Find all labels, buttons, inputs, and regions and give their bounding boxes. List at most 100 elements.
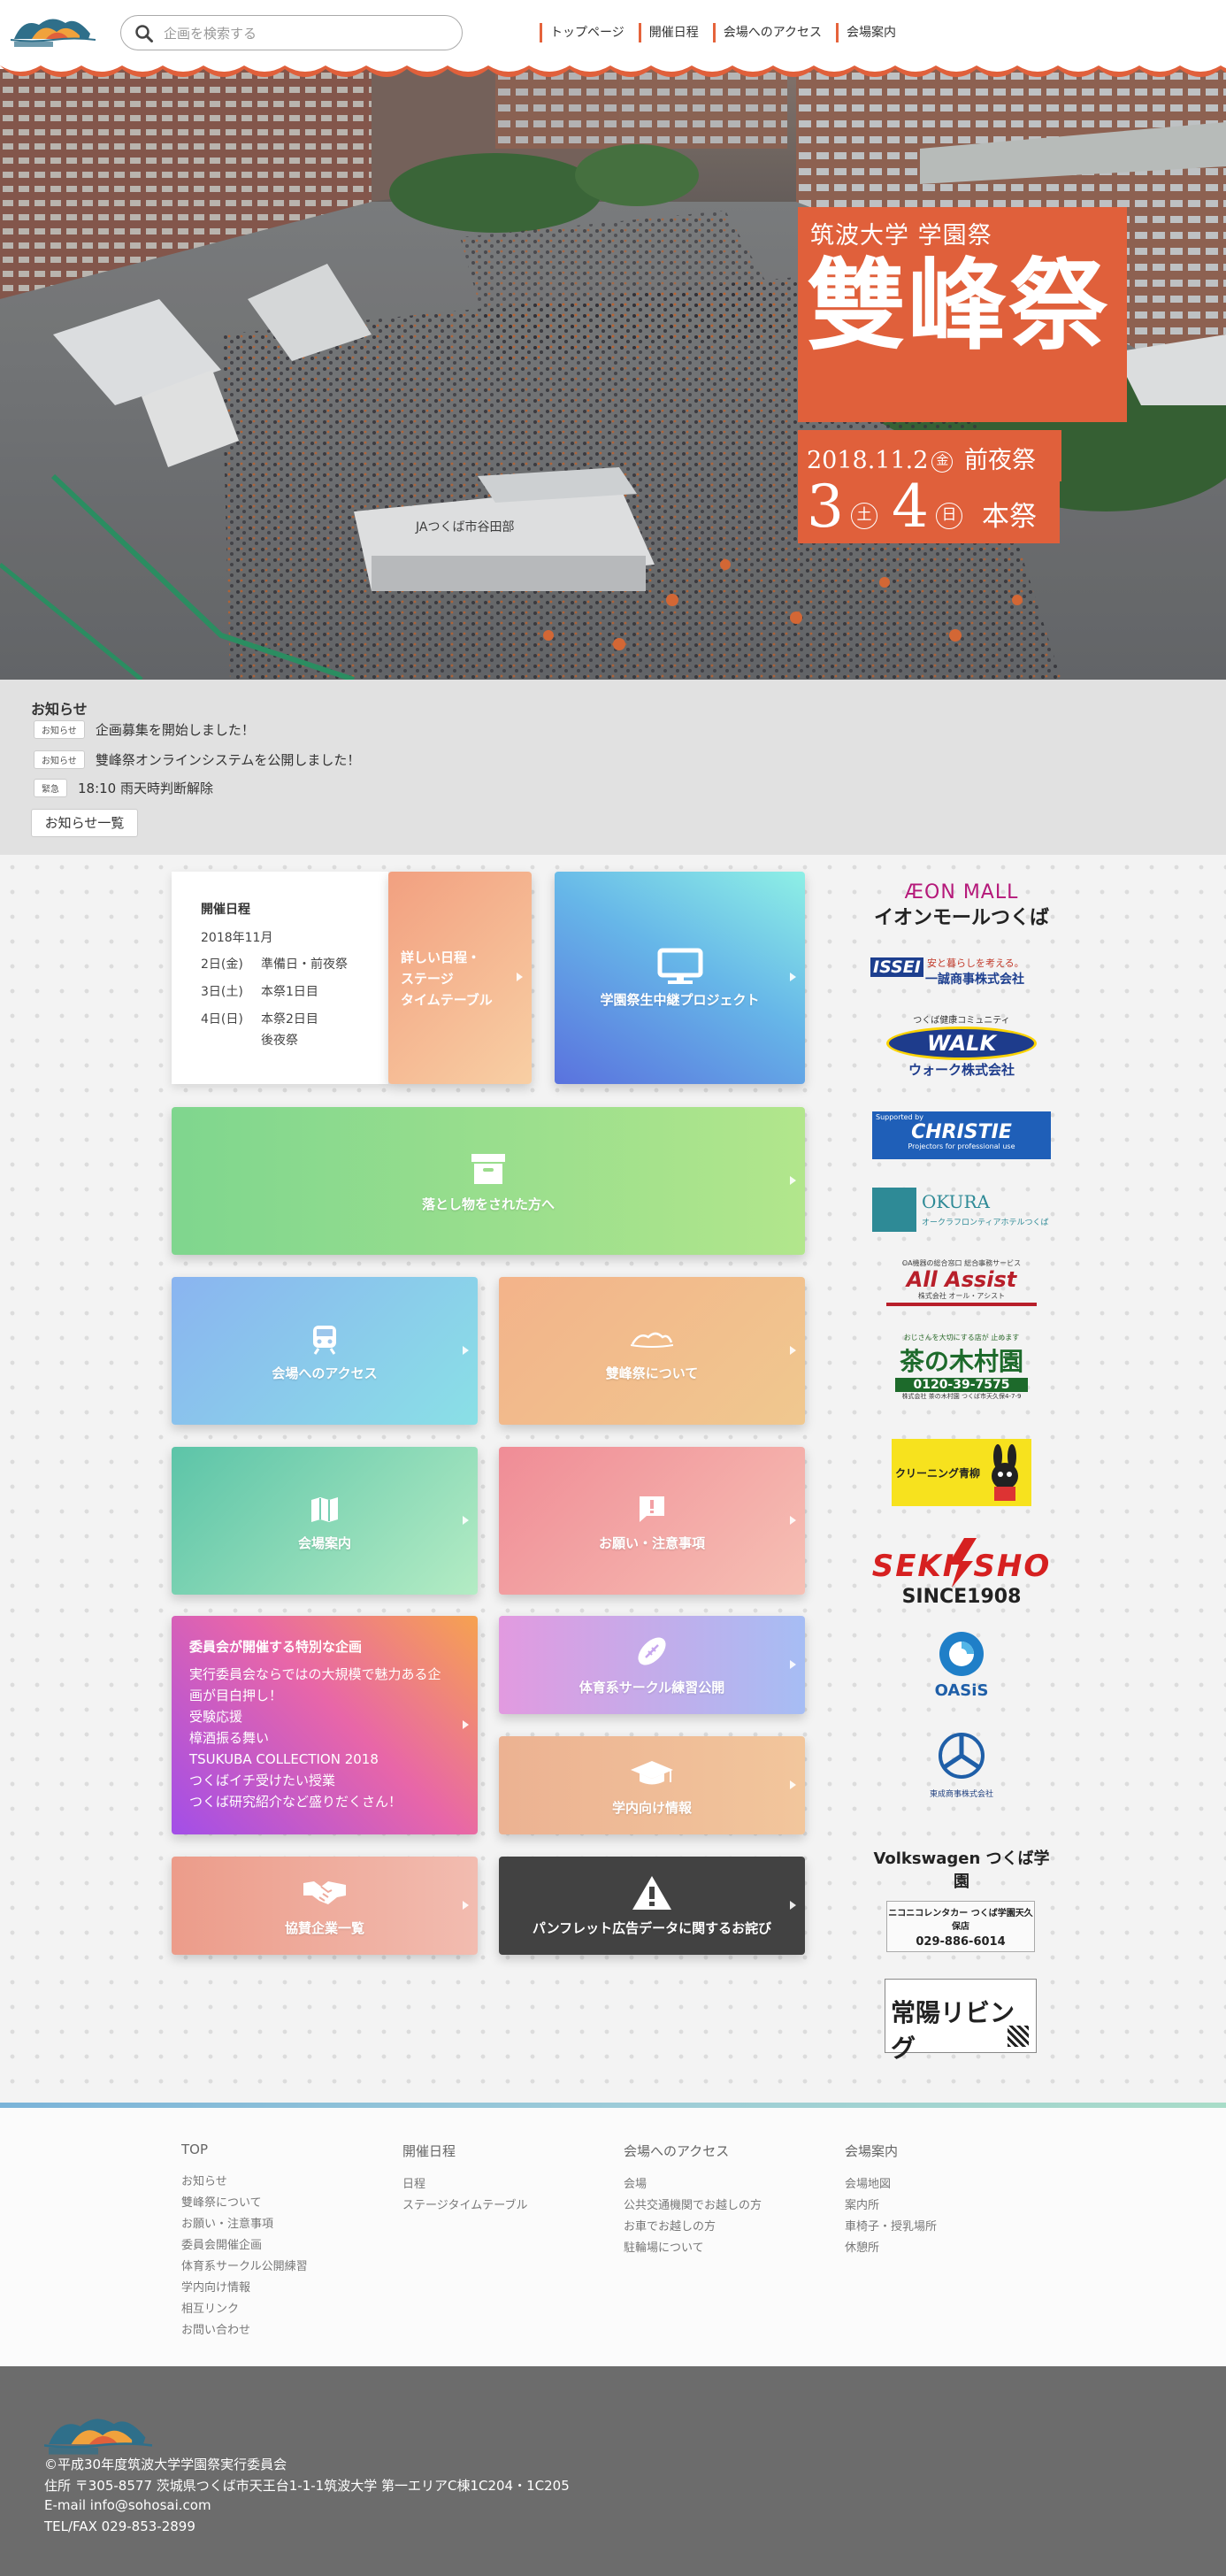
okura-sub: オークラフロンティアホテルつくば xyxy=(922,1219,1049,1227)
notes-tile[interactable]: お願い・注意事項 xyxy=(499,1447,805,1595)
footer-link[interactable]: 駐輪場について xyxy=(624,2238,762,2259)
okura-brand: OKURA xyxy=(922,1191,990,1212)
campus-info-tile[interactable]: 学内向け情報 xyxy=(499,1736,805,1834)
sponsor-okura[interactable]: OKURA オークラフロンティアホテルつくば xyxy=(872,1186,1051,1235)
kimura-tel: 0120-39-7575 xyxy=(895,1378,1028,1392)
footer-link[interactable]: お願い・注意事項 xyxy=(181,2214,308,2235)
notices-section: お知らせ お知らせ 企画募集を開始しました！ お知らせ 雙峰祭オンラインシステム… xyxy=(0,680,1226,855)
handshake-icon xyxy=(303,1881,346,1904)
notice-item[interactable]: 緊急 18:10 雨天時判断解除 xyxy=(34,777,213,798)
sponsor-joyo-living[interactable]: 常陽リビング xyxy=(885,1979,1037,2063)
nav-schedule[interactable]: 開催日程 xyxy=(638,23,713,42)
hero-subtitle: 筑波大学 学園祭 xyxy=(810,222,992,250)
footer-link[interactable]: 案内所 xyxy=(845,2195,937,2217)
footer-link[interactable]: お問い合わせ xyxy=(181,2320,308,2341)
sponsor-oasis[interactable]: OASiS xyxy=(869,1630,1054,1706)
detail-line-2: ステージ xyxy=(401,971,454,987)
sponsors-tile[interactable]: 協賛企業一覧 xyxy=(172,1857,478,1955)
search-input[interactable] xyxy=(164,22,447,45)
lost-found-tile[interactable]: 落とし物をされた方へ xyxy=(172,1107,805,1255)
footer-link[interactable]: 雙峰祭について xyxy=(181,2193,308,2214)
notice-text: 雙峰祭オンラインシステムを公開しました！ xyxy=(95,751,361,768)
notes-label: お願い・注意事項 xyxy=(598,1535,705,1551)
footer-link[interactable]: 日程 xyxy=(402,2174,527,2195)
footer-link[interactable]: 公共交通機関でお越しの方 xyxy=(624,2195,762,2217)
footer-link[interactable]: 学内向け情報 xyxy=(181,2278,308,2299)
live-project-tile[interactable]: 学園祭生中継プロジェクト xyxy=(555,872,805,1084)
sponsor-all-assist[interactable]: OA機器の総合窓口 総合事務サービス All Assist 株式会社 オール・ア… xyxy=(869,1258,1054,1308)
detail-schedule-tile[interactable]: 詳しい日程・ ステージ タイムテーブル xyxy=(388,872,532,1084)
footer-link[interactable]: ステージタイムテーブル xyxy=(402,2195,527,2217)
footer-heading[interactable]: TOP xyxy=(181,2142,308,2157)
footer-link[interactable]: 休憩所 xyxy=(845,2238,937,2259)
lost-found-label: 落とし物をされた方へ xyxy=(421,1196,555,1212)
festival-mark-icon xyxy=(631,1332,673,1348)
sponsor-kimura-tea[interactable]: おじさんを大切にする店が 止めます 茶の木村園 0120-39-7575 株式会… xyxy=(869,1333,1054,1412)
sponsor-nikoniko-rentacar[interactable]: ニコニコレンタカー つくば学園天久保店 029-886-6014 xyxy=(886,1901,1035,1952)
main-day-4: 4 xyxy=(892,473,929,541)
sponsor-tosei[interactable]: 東成商事株式会社 xyxy=(869,1729,1054,1802)
walk-top: つくば健康コミュニティ xyxy=(913,1016,1010,1026)
sponsor-cleaning-aoyagi[interactable]: クリーニング青柳 xyxy=(892,1439,1031,1506)
notice-tag: お知らせ xyxy=(34,719,85,739)
sponsor-aeon[interactable]: ÆON MALL イオンモールつくば xyxy=(869,881,1054,933)
sponsor-logo-column: ÆON MALL イオンモールつくば ISSEI 安と暮らしを考える。 一誠商事… xyxy=(869,881,1054,2067)
sponsor-walk[interactable]: つくば健康コミュニティ WALK ウォーク株式会社 xyxy=(869,1012,1054,1078)
main-day-3-weekday: 土 xyxy=(851,503,877,529)
search-box[interactable] xyxy=(120,15,463,50)
schedule-label: 本祭1日目 xyxy=(261,985,318,999)
issei-name: 一誠商事株式会社 xyxy=(925,973,1024,987)
sports-label: 体育系サークル練習公開 xyxy=(579,1680,725,1696)
venue-tile[interactable]: 会場案内 xyxy=(172,1447,478,1595)
footer-link[interactable]: 会場 xyxy=(624,2174,762,2195)
sponsor-sekisho[interactable]: SEKI SHO SINCE1908 xyxy=(869,1538,1054,1611)
notice-item[interactable]: お知らせ 雙峰祭オンラインシステムを公開しました！ xyxy=(34,749,360,770)
footer-heading[interactable]: 会場案内 xyxy=(845,2142,937,2160)
footer-link[interactable]: 体育系サークル公開練習 xyxy=(181,2257,308,2278)
footer-col-top: TOP お知らせ 雙峰祭について お願い・注意事項 委員会開催企画 体育系サーク… xyxy=(181,2142,308,2341)
special-heading: 委員会が開催する特別な企画 xyxy=(189,1639,363,1655)
email: E-mail info@sohosai.com xyxy=(44,2497,211,2513)
archive-box-icon xyxy=(471,1154,505,1184)
arrow-icon xyxy=(463,1345,469,1355)
sponsor-volkswagen[interactable]: Volkswagen つくば学園 xyxy=(869,1846,1054,1891)
page: { "header": { "search_placeholder": "企画を… xyxy=(0,0,1226,2576)
nav-top[interactable]: トップページ xyxy=(540,23,639,42)
festival-logo[interactable] xyxy=(11,12,96,51)
warning-icon xyxy=(632,1876,671,1910)
footer-link[interactable]: お知らせ xyxy=(181,2172,308,2193)
sponsor-issei[interactable]: ISSEI 安と暮らしを考える。 一誠商事株式会社 xyxy=(869,956,1054,995)
all-notices-button[interactable]: お知らせ一覧 xyxy=(31,809,138,837)
nav-venue[interactable]: 会場案内 xyxy=(836,23,910,42)
main-day-4-weekday: 日 xyxy=(936,503,962,529)
footer-link[interactable]: 相互リンク xyxy=(181,2299,308,2320)
access-label: 会場へのアクセス xyxy=(272,1365,378,1381)
footer-logo xyxy=(44,2418,152,2455)
about-tile[interactable]: 雙峰祭について xyxy=(499,1277,805,1425)
alert-message-icon xyxy=(640,1496,664,1522)
pamphlet-apology-tile[interactable]: パンフレット広告データに関するお詫び xyxy=(499,1857,805,1955)
footer-col-access: 会場へのアクセス 会場 公共交通機関でお越しの方 お車でお越しの方 駐輪場につい… xyxy=(624,2142,762,2259)
sponsor-christie[interactable]: Supported by CHRISTIE Projectors for pro… xyxy=(872,1111,1051,1159)
map-icon xyxy=(311,1497,338,1522)
detail-line-3: タイムテーブル xyxy=(401,992,493,1008)
sports-practice-tile[interactable]: 体育系サークル練習公開 xyxy=(499,1616,805,1714)
special-events-tile[interactable]: 委員会が開催する特別な企画 実行委員会ならではの大規模で魅力ある企 画が目白押し… xyxy=(172,1616,478,1834)
nav-access[interactable]: 会場へのアクセス xyxy=(712,23,836,42)
search-icon xyxy=(135,25,153,42)
notice-item[interactable]: お知らせ 企画募集を開始しました！ xyxy=(34,719,255,740)
notice-tag: 緊急 xyxy=(34,778,67,797)
footer-link[interactable]: 委員会開催企画 xyxy=(181,2235,308,2257)
notices-heading: お知らせ xyxy=(31,701,88,718)
footer-link[interactable]: お車でお越しの方 xyxy=(624,2217,762,2238)
vw-text: Volkswagen つくば学園 xyxy=(873,1849,1050,1891)
footer-heading[interactable]: 会場へのアクセス xyxy=(624,2142,762,2160)
rabbit-mascot-icon xyxy=(992,1444,1018,1501)
footer-heading[interactable]: 開催日程 xyxy=(402,2142,527,2160)
footer-link[interactable]: 車椅子・授乳場所 xyxy=(845,2217,937,2238)
notice-text: 企画募集を開始しました！ xyxy=(95,721,255,738)
access-tile[interactable]: 会場へのアクセス xyxy=(172,1277,478,1425)
aeon-name: イオンモールつくば xyxy=(873,907,1049,929)
footer-link[interactable]: 会場地図 xyxy=(845,2174,937,2195)
arrow-icon xyxy=(790,1175,796,1185)
